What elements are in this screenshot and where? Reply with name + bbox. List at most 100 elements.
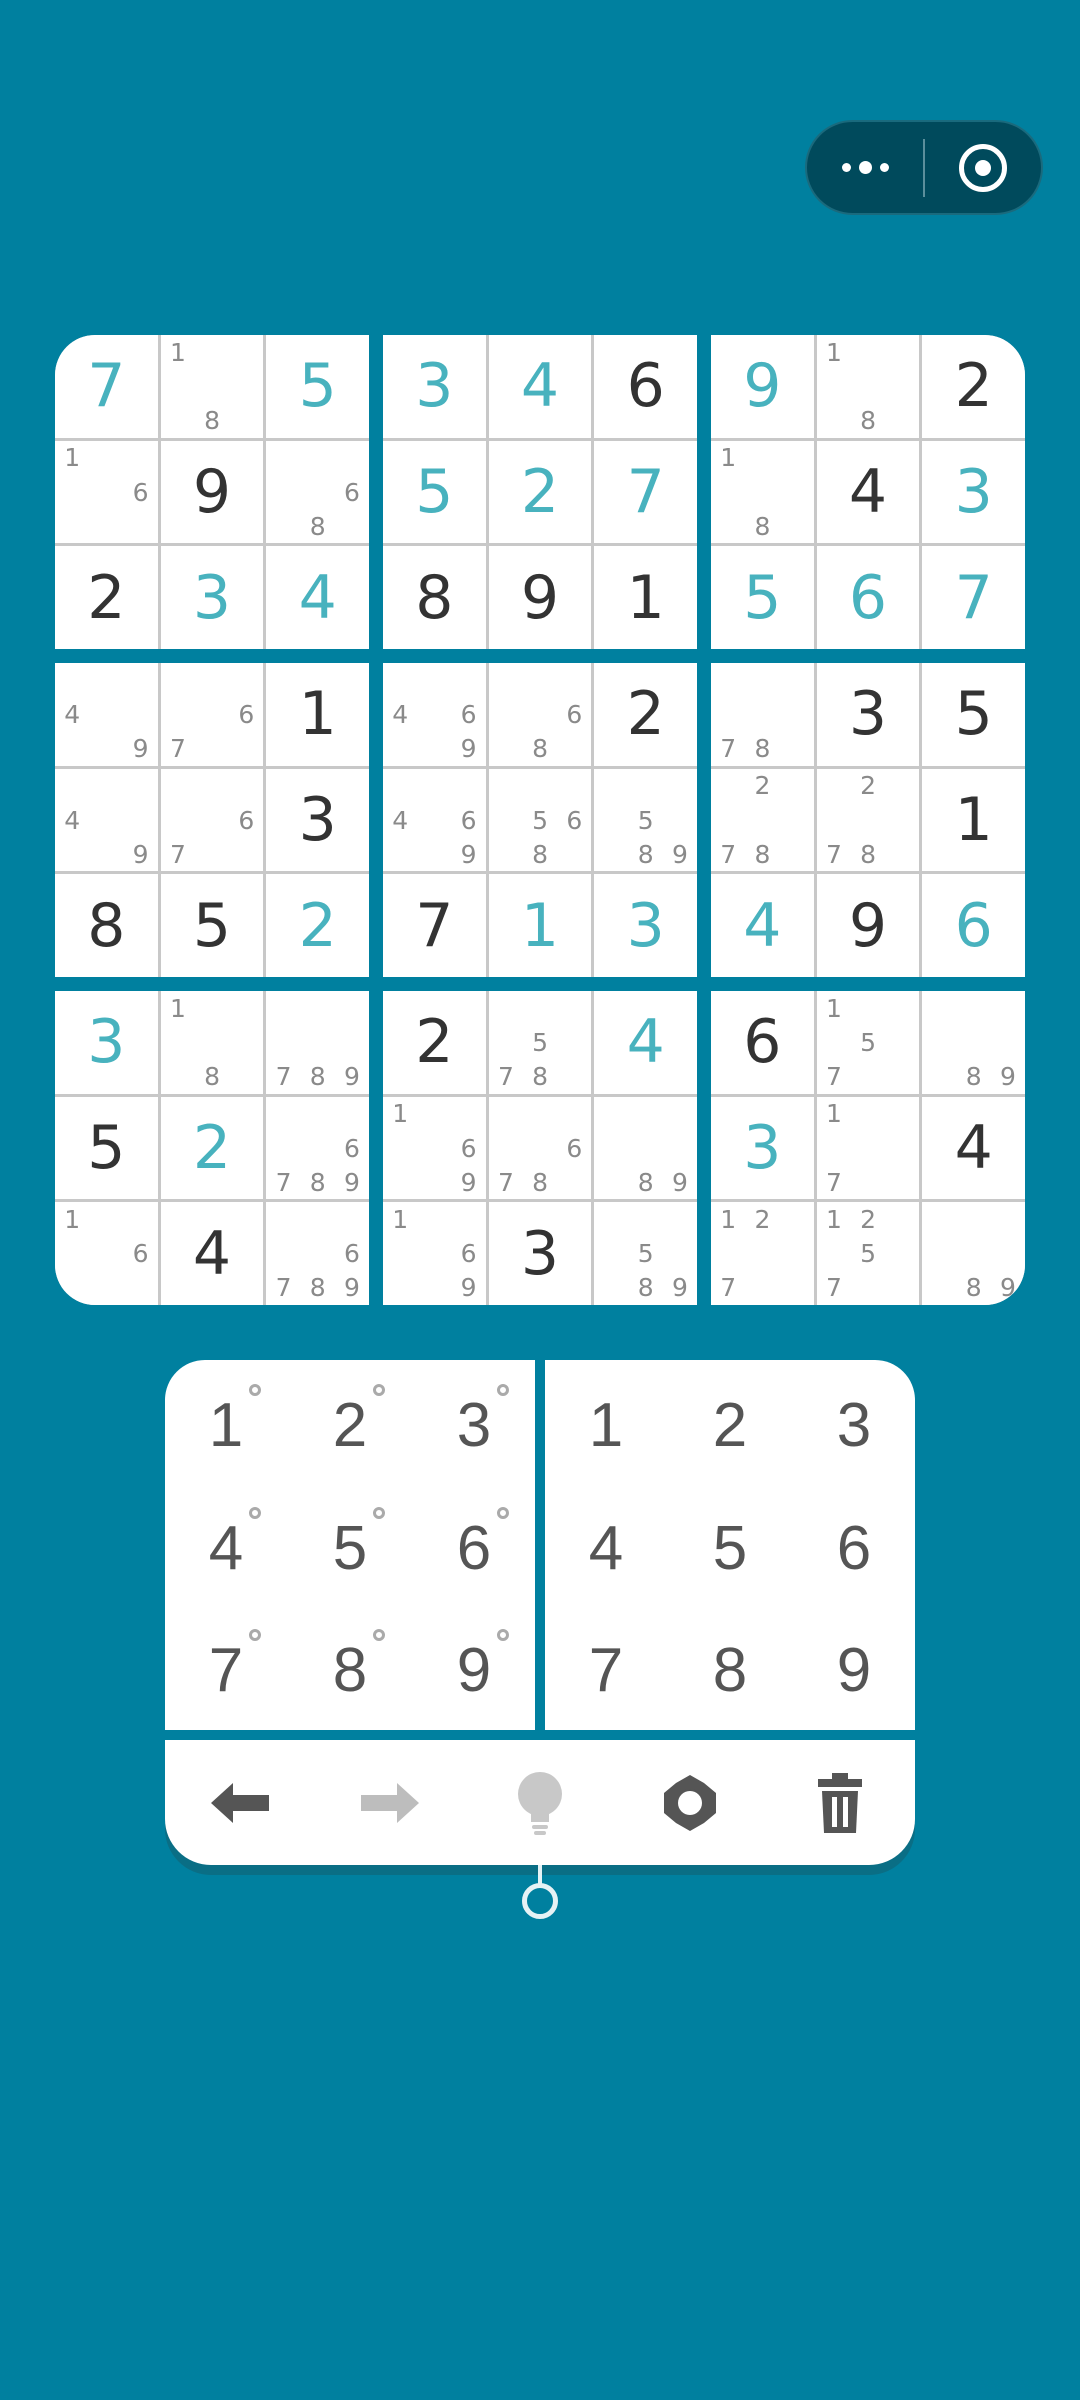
cell-r3c8[interactable]: 6 (816, 546, 920, 649)
cell-r4c9[interactable]: 5 (922, 663, 1025, 766)
cell-r2c9[interactable]: 3 (922, 440, 1025, 544)
cell-r7c3[interactable]: 789 (266, 991, 369, 1094)
cell-r1c6[interactable]: 6 (594, 335, 697, 438)
cell-r9c8[interactable]: 12 57 (816, 1202, 920, 1305)
cell-r8c6[interactable]: 89 (594, 1096, 697, 1200)
cell-r9c2[interactable]: 4 (160, 1202, 264, 1305)
cell-r2c7[interactable]: 18 (711, 440, 814, 544)
cell-r6c4[interactable]: 7 (383, 874, 486, 977)
cell-r8c1[interactable]: 5 (55, 1096, 158, 1200)
cell-r5c3[interactable]: 3 (266, 768, 369, 872)
hint-button[interactable] (465, 1740, 615, 1865)
cell-r7c1[interactable]: 3 (55, 991, 158, 1094)
cell-r9c4[interactable]: 1 6 9 (383, 1202, 486, 1305)
cell-r6c8[interactable]: 9 (816, 874, 920, 977)
number-pad-key-3[interactable]: 3 (793, 1365, 915, 1485)
cell-r9c5[interactable]: 3 (488, 1202, 592, 1305)
note-pad-key-5[interactable]: 5 (289, 1488, 411, 1608)
cell-r8c8[interactable]: 17 (816, 1096, 920, 1200)
settings-button[interactable] (615, 1740, 765, 1865)
cell-r1c2[interactable]: 18 (160, 335, 264, 438)
cell-r8c4[interactable]: 1 6 9 (383, 1096, 486, 1200)
number-pad-key-6[interactable]: 6 (793, 1488, 915, 1608)
cell-r5c5[interactable]: 568 (488, 768, 592, 872)
cell-r8c2[interactable]: 2 (160, 1096, 264, 1200)
cell-r1c9[interactable]: 2 (922, 335, 1025, 438)
cell-r4c1[interactable]: 49 (55, 663, 158, 766)
cell-r6c9[interactable]: 6 (922, 874, 1025, 977)
more-button[interactable] (807, 122, 923, 213)
cell-r2c1[interactable]: 16 (55, 440, 158, 544)
cell-r3c4[interactable]: 8 (383, 546, 486, 649)
cell-r2c3[interactable]: 68 (266, 440, 369, 544)
cell-r3c3[interactable]: 4 (266, 546, 369, 649)
cell-r6c6[interactable]: 3 (594, 874, 697, 977)
cell-r7c2[interactable]: 18 (160, 991, 264, 1094)
cell-r5c7[interactable]: 2 78 (711, 768, 814, 872)
cell-r3c6[interactable]: 1 (594, 546, 697, 649)
cell-r1c5[interactable]: 4 (488, 335, 592, 438)
cell-r2c8[interactable]: 4 (816, 440, 920, 544)
cell-r5c2[interactable]: 67 (160, 768, 264, 872)
cell-r7c4[interactable]: 2 (383, 991, 486, 1094)
cell-r3c7[interactable]: 5 (711, 546, 814, 649)
cell-r4c2[interactable]: 67 (160, 663, 264, 766)
cell-r3c9[interactable]: 7 (922, 546, 1025, 649)
cell-r3c1[interactable]: 2 (55, 546, 158, 649)
cell-r9c6[interactable]: 5 89 (594, 1202, 697, 1305)
number-pad-key-8[interactable]: 8 (669, 1610, 791, 1730)
cell-r2c6[interactable]: 7 (594, 440, 697, 544)
cell-r1c8[interactable]: 18 (816, 335, 920, 438)
cell-r5c4[interactable]: 4 6 9 (383, 768, 486, 872)
number-pad-key-9[interactable]: 9 (793, 1610, 915, 1730)
number-pad-key-2[interactable]: 2 (669, 1365, 791, 1485)
cell-r4c7[interactable]: 78 (711, 663, 814, 766)
note-pad-key-9[interactable]: 9 (413, 1610, 535, 1730)
cell-r5c6[interactable]: 5 89 (594, 768, 697, 872)
cell-r5c8[interactable]: 2 78 (816, 768, 920, 872)
cell-r2c2[interactable]: 9 (160, 440, 264, 544)
note-pad-key-4[interactable]: 4 (165, 1488, 287, 1608)
cell-r7c7[interactable]: 6 (711, 991, 814, 1094)
note-pad-key-2[interactable]: 2 (289, 1365, 411, 1485)
cell-r1c7[interactable]: 9 (711, 335, 814, 438)
cell-r8c9[interactable]: 4 (922, 1096, 1025, 1200)
note-pad-key-1[interactable]: 1 (165, 1365, 287, 1485)
cell-r1c3[interactable]: 5 (266, 335, 369, 438)
cell-r9c1[interactable]: 16 (55, 1202, 158, 1305)
number-pad-key-1[interactable]: 1 (545, 1365, 667, 1485)
cell-r4c4[interactable]: 4 6 9 (383, 663, 486, 766)
cell-r9c3[interactable]: 6 789 (266, 1202, 369, 1305)
cell-r4c8[interactable]: 3 (816, 663, 920, 766)
cell-r2c4[interactable]: 5 (383, 440, 486, 544)
undo-button[interactable] (165, 1740, 315, 1865)
cell-r1c4[interactable]: 3 (383, 335, 486, 438)
cell-r4c5[interactable]: 68 (488, 663, 592, 766)
cell-r8c7[interactable]: 3 (711, 1096, 814, 1200)
cell-r7c9[interactable]: 89 (922, 991, 1025, 1094)
cell-r7c5[interactable]: 578 (488, 991, 592, 1094)
cell-r7c6[interactable]: 4 (594, 991, 697, 1094)
note-pad-key-8[interactable]: 8 (289, 1610, 411, 1730)
cell-r1c1[interactable]: 7 (55, 335, 158, 438)
note-pad-key-6[interactable]: 6 (413, 1488, 535, 1608)
cell-r5c1[interactable]: 49 (55, 768, 158, 872)
cell-r4c6[interactable]: 2 (594, 663, 697, 766)
cell-r9c9[interactable]: 89 (922, 1202, 1025, 1305)
close-button[interactable] (925, 122, 1041, 213)
note-pad-key-3[interactable]: 3 (413, 1365, 535, 1485)
note-pad-key-7[interactable]: 7 (165, 1610, 287, 1730)
cell-r4c3[interactable]: 1 (266, 663, 369, 766)
cell-r6c5[interactable]: 1 (488, 874, 592, 977)
number-pad-key-4[interactable]: 4 (545, 1488, 667, 1608)
cell-r6c7[interactable]: 4 (711, 874, 814, 977)
cell-r9c7[interactable]: 12 7 (711, 1202, 814, 1305)
redo-button[interactable] (315, 1740, 465, 1865)
cell-r3c5[interactable]: 9 (488, 546, 592, 649)
drag-handle[interactable] (522, 1883, 558, 1919)
cell-r5c9[interactable]: 1 (922, 768, 1025, 872)
cell-r2c5[interactable]: 2 (488, 440, 592, 544)
number-pad-key-7[interactable]: 7 (545, 1610, 667, 1730)
cell-r3c2[interactable]: 3 (160, 546, 264, 649)
cell-r8c5[interactable]: 6 78 (488, 1096, 592, 1200)
